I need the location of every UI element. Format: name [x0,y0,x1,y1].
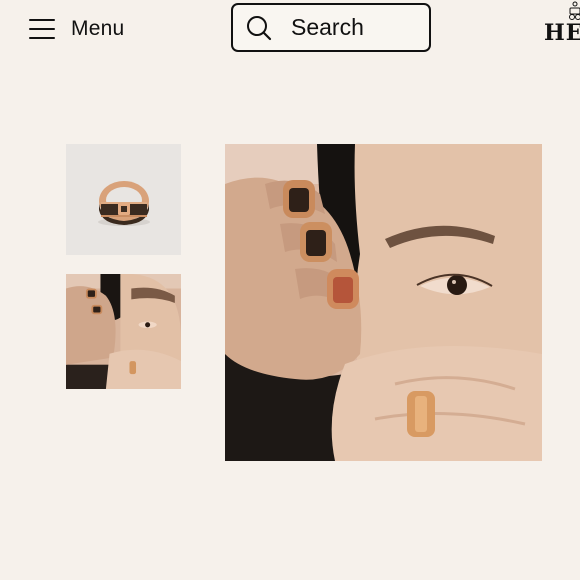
brand-wordmark: HE [544,20,580,46]
search-label: Search [291,14,364,40]
search-field[interactable]: Search [231,3,431,52]
main-product-image[interactable] [225,144,542,461]
model-wearing-rings-image [225,144,542,461]
thumbnail-model[interactable] [66,274,181,389]
carriage-logo-icon [569,1,580,20]
thumbnail-ring-product[interactable] [66,144,181,255]
model-thumbnail-image [66,274,181,389]
menu-label: Menu [71,17,125,40]
brand-logo[interactable]: HE [544,0,580,50]
menu-button[interactable]: Menu [29,14,124,44]
product-page: Menu Search HE [0,0,580,580]
ring-product-image [66,144,181,255]
hamburger-icon [29,19,55,39]
search-icon [246,15,272,41]
